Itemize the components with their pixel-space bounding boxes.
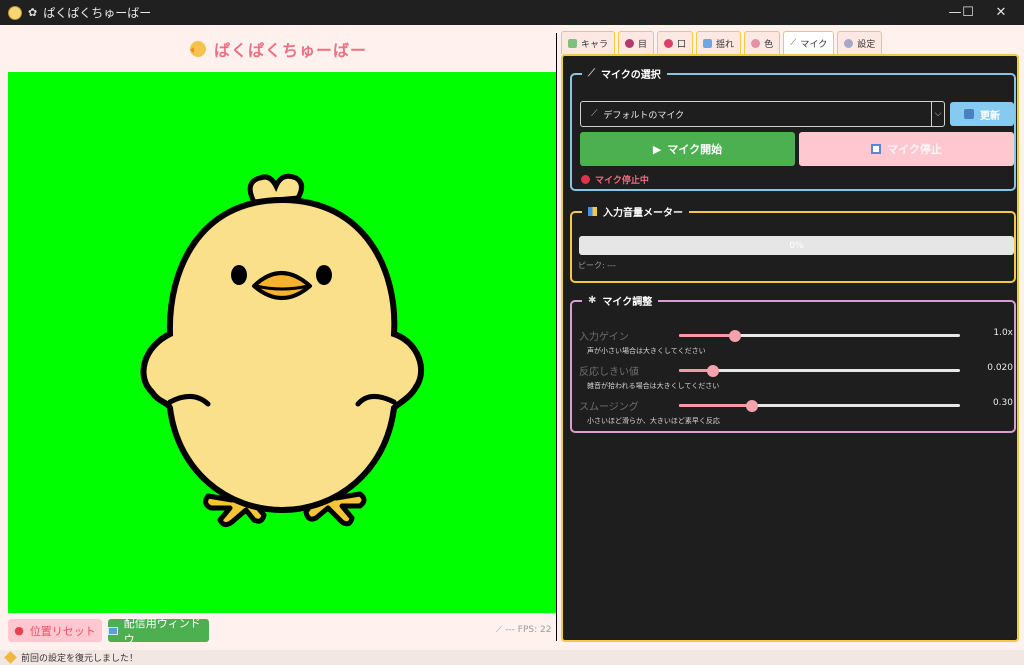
refresh-button[interactable]: 更新	[950, 102, 1014, 126]
green-screen-stage[interactable]	[8, 72, 556, 613]
mic-adjust-title: マイク調整	[602, 297, 653, 308]
gain-slider-row: 入力ゲイン 1.0x 声が小さい場合は大きくしてください	[572, 327, 1018, 362]
smoothing-hint: 小さいほど滑らか、大きいほど素早く反応	[587, 417, 720, 425]
volume-meter-title: 入力音量メーター	[603, 208, 683, 219]
stop-mic-button[interactable]: マイク停止	[799, 132, 1014, 166]
threshold-label: 反応しきい値	[579, 367, 639, 378]
threshold-slider-thumb[interactable]	[706, 365, 719, 377]
tab-character[interactable]: キャラ	[561, 31, 616, 54]
tab-sway[interactable]: 揺れ	[696, 31, 742, 54]
gain-slider-fill	[679, 334, 736, 337]
smoothing-slider-thumb[interactable]	[746, 400, 759, 412]
monitor-icon	[108, 626, 118, 635]
status-message: 前回の設定を復元しました！	[21, 654, 139, 664]
gain-value: 1.0x	[993, 328, 1013, 338]
gain-hint: 声が小さい場合は大きくしてください	[587, 347, 706, 355]
threshold-value: 0.020	[987, 363, 1013, 373]
settings-pane: キャラ 目 口 揺れ 色 ⟋ マイク 設定 ⟋ マイクの選択 ⟋ デフォルトのマイ…	[557, 25, 1024, 650]
preview-pane: ぱくぱくちゅーばー ● 位置リセット 配信用ウィンドウ ⟋ --- FPS: 2…	[0, 25, 557, 650]
gain-label: 入力ゲイン	[579, 332, 629, 343]
chart-icon	[588, 207, 597, 216]
sway-icon	[703, 38, 713, 48]
mic-icon: ⟋	[588, 68, 595, 79]
tab-eyes[interactable]: 目	[618, 31, 655, 54]
tab-mouth[interactable]: 口	[657, 31, 694, 54]
chick-character[interactable]	[8, 72, 556, 613]
status-bar: 前回の設定を復元しました！	[0, 650, 1024, 665]
fps-readout: ⟋ --- FPS: 22	[496, 625, 552, 635]
pin-icon: ●	[14, 624, 24, 637]
mic-select-group: ⟋ マイクの選択 ⟋ デフォルトのマイク ⌵ 更新 ▶ マイク開始 マイク停止	[570, 66, 1016, 191]
character-icon	[568, 38, 577, 48]
threshold-slider-row: 反応しきい値 0.020 雑音が拾われる場合は大きくしてください	[572, 362, 1018, 397]
mute-mic-icon: ⟋	[496, 625, 503, 635]
chevron-down-icon[interactable]: ⌵	[931, 102, 944, 126]
palette-icon	[751, 38, 761, 48]
app-icon	[8, 5, 22, 20]
close-button[interactable]: ✕	[978, 0, 1024, 25]
eye-icon	[625, 38, 635, 48]
smoothing-slider[interactable]	[679, 400, 960, 412]
volume-meter-text: 0%	[789, 240, 804, 251]
mic-tab-content: ⟋ マイクの選択 ⟋ デフォルトのマイク ⌵ 更新 ▶ マイク開始 マイク停止	[561, 54, 1019, 642]
mic-icon: ⟋	[790, 38, 797, 48]
refresh-icon	[964, 109, 974, 119]
gain-slider[interactable]	[679, 330, 960, 342]
volume-meter-group: 入力音量メーター 0% ピーク: ---	[570, 204, 1016, 283]
mic-adjust-group: ✱ マイク調整 入力ゲイン 1.0x 声が小さい場合は大きくしてください 反応し…	[570, 293, 1018, 433]
left-eye	[231, 265, 247, 285]
mic-device-select[interactable]: ⟋ デフォルトのマイク ⌵	[580, 101, 945, 127]
brand-icon: ✿	[28, 6, 38, 19]
status-led-icon	[581, 175, 590, 184]
chick-icon	[189, 40, 206, 57]
mic-status: マイク停止中	[581, 173, 649, 186]
threshold-hint: 雑音が拾われる場合は大きくしてください	[587, 382, 720, 390]
smoothing-slider-row: スムージング 0.30 小さいほど滑らか、大きいほど素早く反応	[572, 397, 1018, 432]
preview-toolbar: ● 位置リセット 配信用ウィンドウ ⟋ --- FPS: 22	[0, 616, 557, 648]
smoothing-label: スムージング	[579, 402, 639, 413]
threshold-slider[interactable]	[679, 365, 960, 377]
status-icon	[4, 651, 17, 664]
peak-readout: ピーク: ---	[578, 261, 616, 270]
smoothing-value: 0.30	[992, 398, 1013, 408]
stop-icon	[871, 144, 882, 154]
settings-tabs: キャラ 目 口 揺れ 色 ⟋ マイク 設定	[561, 31, 885, 55]
play-icon: ▶	[652, 142, 662, 156]
gear-icon: ✱	[588, 295, 597, 306]
window-title: ぱくぱくちゅーばー	[43, 6, 152, 20]
tab-settings[interactable]: 設定	[837, 31, 883, 54]
smoothing-slider-fill	[679, 404, 753, 407]
right-eye	[316, 265, 332, 285]
mic-icon: ⟋	[591, 109, 598, 119]
chick-body	[140, 196, 424, 514]
gear-icon	[844, 38, 854, 48]
mic-select-title: マイクの選択	[601, 70, 661, 81]
reset-position-button[interactable]: ● 位置リセット	[8, 619, 102, 642]
tab-color[interactable]: 色	[744, 31, 781, 54]
broadcast-window-button[interactable]: 配信用ウィンドウ	[108, 617, 209, 646]
preview-header: ぱくぱくちゅーばー	[0, 25, 557, 72]
title-bar: ✿ ぱくぱくちゅーばー — ☐ ✕	[0, 0, 1024, 25]
gain-slider-thumb[interactable]	[729, 330, 742, 342]
app-title: ぱくぱくちゅーばー	[213, 40, 367, 60]
volume-meter-bar: 0%	[579, 236, 1014, 255]
mouth-icon	[664, 38, 674, 48]
tab-mic[interactable]: ⟋ マイク	[783, 31, 835, 54]
start-mic-button[interactable]: ▶ マイク開始	[580, 132, 795, 166]
